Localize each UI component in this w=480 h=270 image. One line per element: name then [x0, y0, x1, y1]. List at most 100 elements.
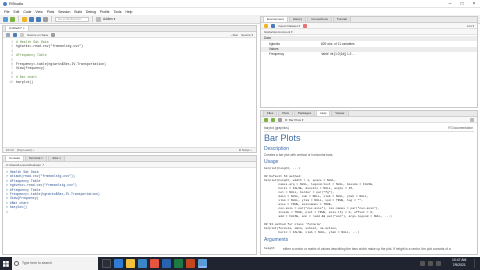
home-icon[interactable] [278, 117, 282, 122]
line-text: Frequency<-table(hgtwrks$Sex,IV.Transpor… [16, 62, 106, 66]
tab-terminal[interactable]: Terminal × [25, 155, 47, 161]
excel-icon[interactable] [174, 259, 183, 268]
tab-history[interactable]: History [288, 16, 307, 22]
tab-viewer[interactable]: Viewer [331, 111, 349, 116]
chrome-icon[interactable] [150, 259, 159, 268]
line-text: View(Frequency) [16, 66, 45, 71]
tab-environment[interactable]: Environment [263, 16, 288, 22]
back-icon[interactable] [264, 117, 268, 122]
menu-item-code[interactable]: Code [23, 10, 31, 14]
minimize-icon[interactable]: – [444, 0, 456, 8]
battery-icon[interactable] [436, 261, 441, 266]
file-type-selector[interactable]: R Script ÷ [239, 148, 252, 152]
editor-tab[interactable]: Untitled1* × [5, 25, 29, 31]
checkbox-icon[interactable] [20, 32, 24, 37]
menu-item-tools[interactable]: Tools [114, 10, 122, 14]
description-heading: Description [264, 146, 290, 152]
usage-line: barplot(height, ...) [264, 167, 301, 170]
variable-name: Frequency [269, 52, 285, 56]
editor-toolbar: Source on Save →Run Source ▾ [3, 32, 256, 38]
rstudio-taskbar-icon[interactable] [198, 259, 207, 268]
menu-item-file[interactable]: File [4, 10, 9, 14]
maximize-icon[interactable]: □ [456, 0, 468, 8]
file-explorer-icon[interactable] [126, 259, 135, 268]
network-icon[interactable] [420, 261, 425, 266]
open-workspace-icon[interactable] [264, 23, 268, 28]
menu-bar: File Edit Code View Plots Session Build Debug Pr… [0, 8, 480, 15]
editor-save-icon[interactable] [13, 32, 17, 37]
tab-tutorial[interactable]: Tutorial [332, 16, 351, 22]
environment-row[interactable]: Frequency 'table' int [1:2(1d)] 1:2 ... [261, 52, 477, 57]
usage-line: horiz = FALSE, xlab = NULL, ylab = NULL,… [264, 231, 360, 234]
powerpoint-icon[interactable] [186, 259, 195, 268]
menu-item-profile[interactable]: Profile [100, 10, 110, 14]
menu-item-session[interactable]: Session [58, 10, 70, 14]
list-view-toggle[interactable]: List ▾ [467, 24, 474, 28]
menu-item-debug[interactable]: Debug [86, 10, 96, 14]
run-button[interactable]: →Run [230, 33, 239, 37]
store-icon[interactable] [138, 259, 147, 268]
source-on-save-label[interactable]: Source on Save [27, 33, 48, 37]
task-view-icon[interactable] [102, 259, 111, 268]
menu-item-build[interactable]: Build [74, 10, 82, 14]
arguments-heading: Arguments [264, 237, 289, 243]
line-text: #Frequency Table [16, 53, 47, 58]
open-file-icon[interactable] [22, 16, 27, 22]
new-file-icon[interactable] [3, 16, 8, 22]
menu-item-view[interactable]: View [35, 10, 42, 14]
close-icon[interactable]: × [468, 0, 480, 8]
help-pane: Files Plots Packages Help Viewer R: Bar … [260, 110, 478, 255]
environment-pane: Environment History Connections Tutorial… [260, 16, 478, 108]
code-line: 10 barplot() [5, 80, 33, 84]
grid-icon[interactable] [96, 16, 101, 22]
tab-console[interactable]: Console [5, 155, 25, 161]
go-to-file-input[interactable]: Go to file/function [55, 16, 89, 22]
new-project-icon[interactable] [10, 16, 15, 22]
scope-indicator[interactable]: (Top Level) ÷ [17, 148, 34, 152]
import-dataset-button[interactable]: Import Dataset ▾ [278, 24, 300, 28]
tab-files[interactable]: Files [263, 111, 278, 116]
addins-menu[interactable]: Addins ▾ [103, 17, 115, 21]
save-icon[interactable] [29, 16, 34, 22]
notifications-icon[interactable] [474, 259, 479, 268]
print-icon[interactable] [43, 16, 48, 22]
tab-plots[interactable]: Plots [278, 111, 294, 116]
console-line: > [6, 209, 10, 214]
forward-icon[interactable] [271, 117, 275, 122]
source-button[interactable]: Source ▾ [241, 33, 253, 37]
back-arrow-icon[interactable] [6, 32, 10, 37]
usage-heading: Usage [264, 159, 279, 165]
start-button[interactable] [0, 257, 12, 270]
word-icon[interactable] [162, 259, 171, 268]
argument-description: either a vector or matrix of values desc… [283, 247, 451, 251]
tab-help[interactable]: Help [316, 111, 331, 116]
working-directory-path[interactable]: C:/Users/Lenovo/Desktop/ ↗ [6, 163, 44, 167]
magic-wand-icon[interactable] [51, 32, 56, 37]
source-editor-pane: Untitled1* × Source on Save →Run Source … [2, 25, 257, 153]
save-all-icon[interactable] [36, 16, 41, 22]
help-topic-selector[interactable]: R: Bar Plots ▾ [285, 118, 303, 122]
help-title: Bar Plots [264, 133, 301, 143]
taskbar-clock[interactable]: 10:47 AM 7/9/2021 [452, 258, 466, 267]
data-section-header: Data [261, 36, 477, 41]
tab-connections[interactable]: Connections [307, 16, 332, 22]
help-search-icon[interactable] [470, 117, 474, 122]
tab-jobs[interactable]: Jobs × [47, 155, 65, 161]
menu-item-plots[interactable]: Plots [47, 10, 55, 14]
description-text: Creates a bar plot with vertical or hori… [264, 153, 334, 157]
taskbar-search-input[interactable]: Type here to search [12, 257, 98, 270]
broom-icon[interactable] [303, 23, 308, 28]
save-workspace-icon[interactable] [271, 23, 275, 28]
usage-line: add = FALSE, ann = !add && par("ann"), a… [264, 215, 392, 218]
title-bar [0, 0, 480, 8]
menu-item-edit[interactable]: Edit [13, 10, 19, 14]
menu-item-help[interactable]: Help [125, 10, 132, 14]
line-text: hgtwrks<-read.csv("frmeanlstg.csv") [16, 44, 83, 49]
edge-icon[interactable] [114, 259, 123, 268]
line-text: # Health Sat Data [16, 40, 49, 44]
volume-icon[interactable] [428, 261, 433, 266]
toolbar-divider [51, 16, 52, 22]
editor-status-bar: 10:10 (Top Level) ÷ R Script ÷ [3, 147, 256, 152]
global-environment-selector[interactable]: Global Environment ▾ [264, 30, 293, 34]
tab-packages[interactable]: Packages [294, 111, 316, 116]
